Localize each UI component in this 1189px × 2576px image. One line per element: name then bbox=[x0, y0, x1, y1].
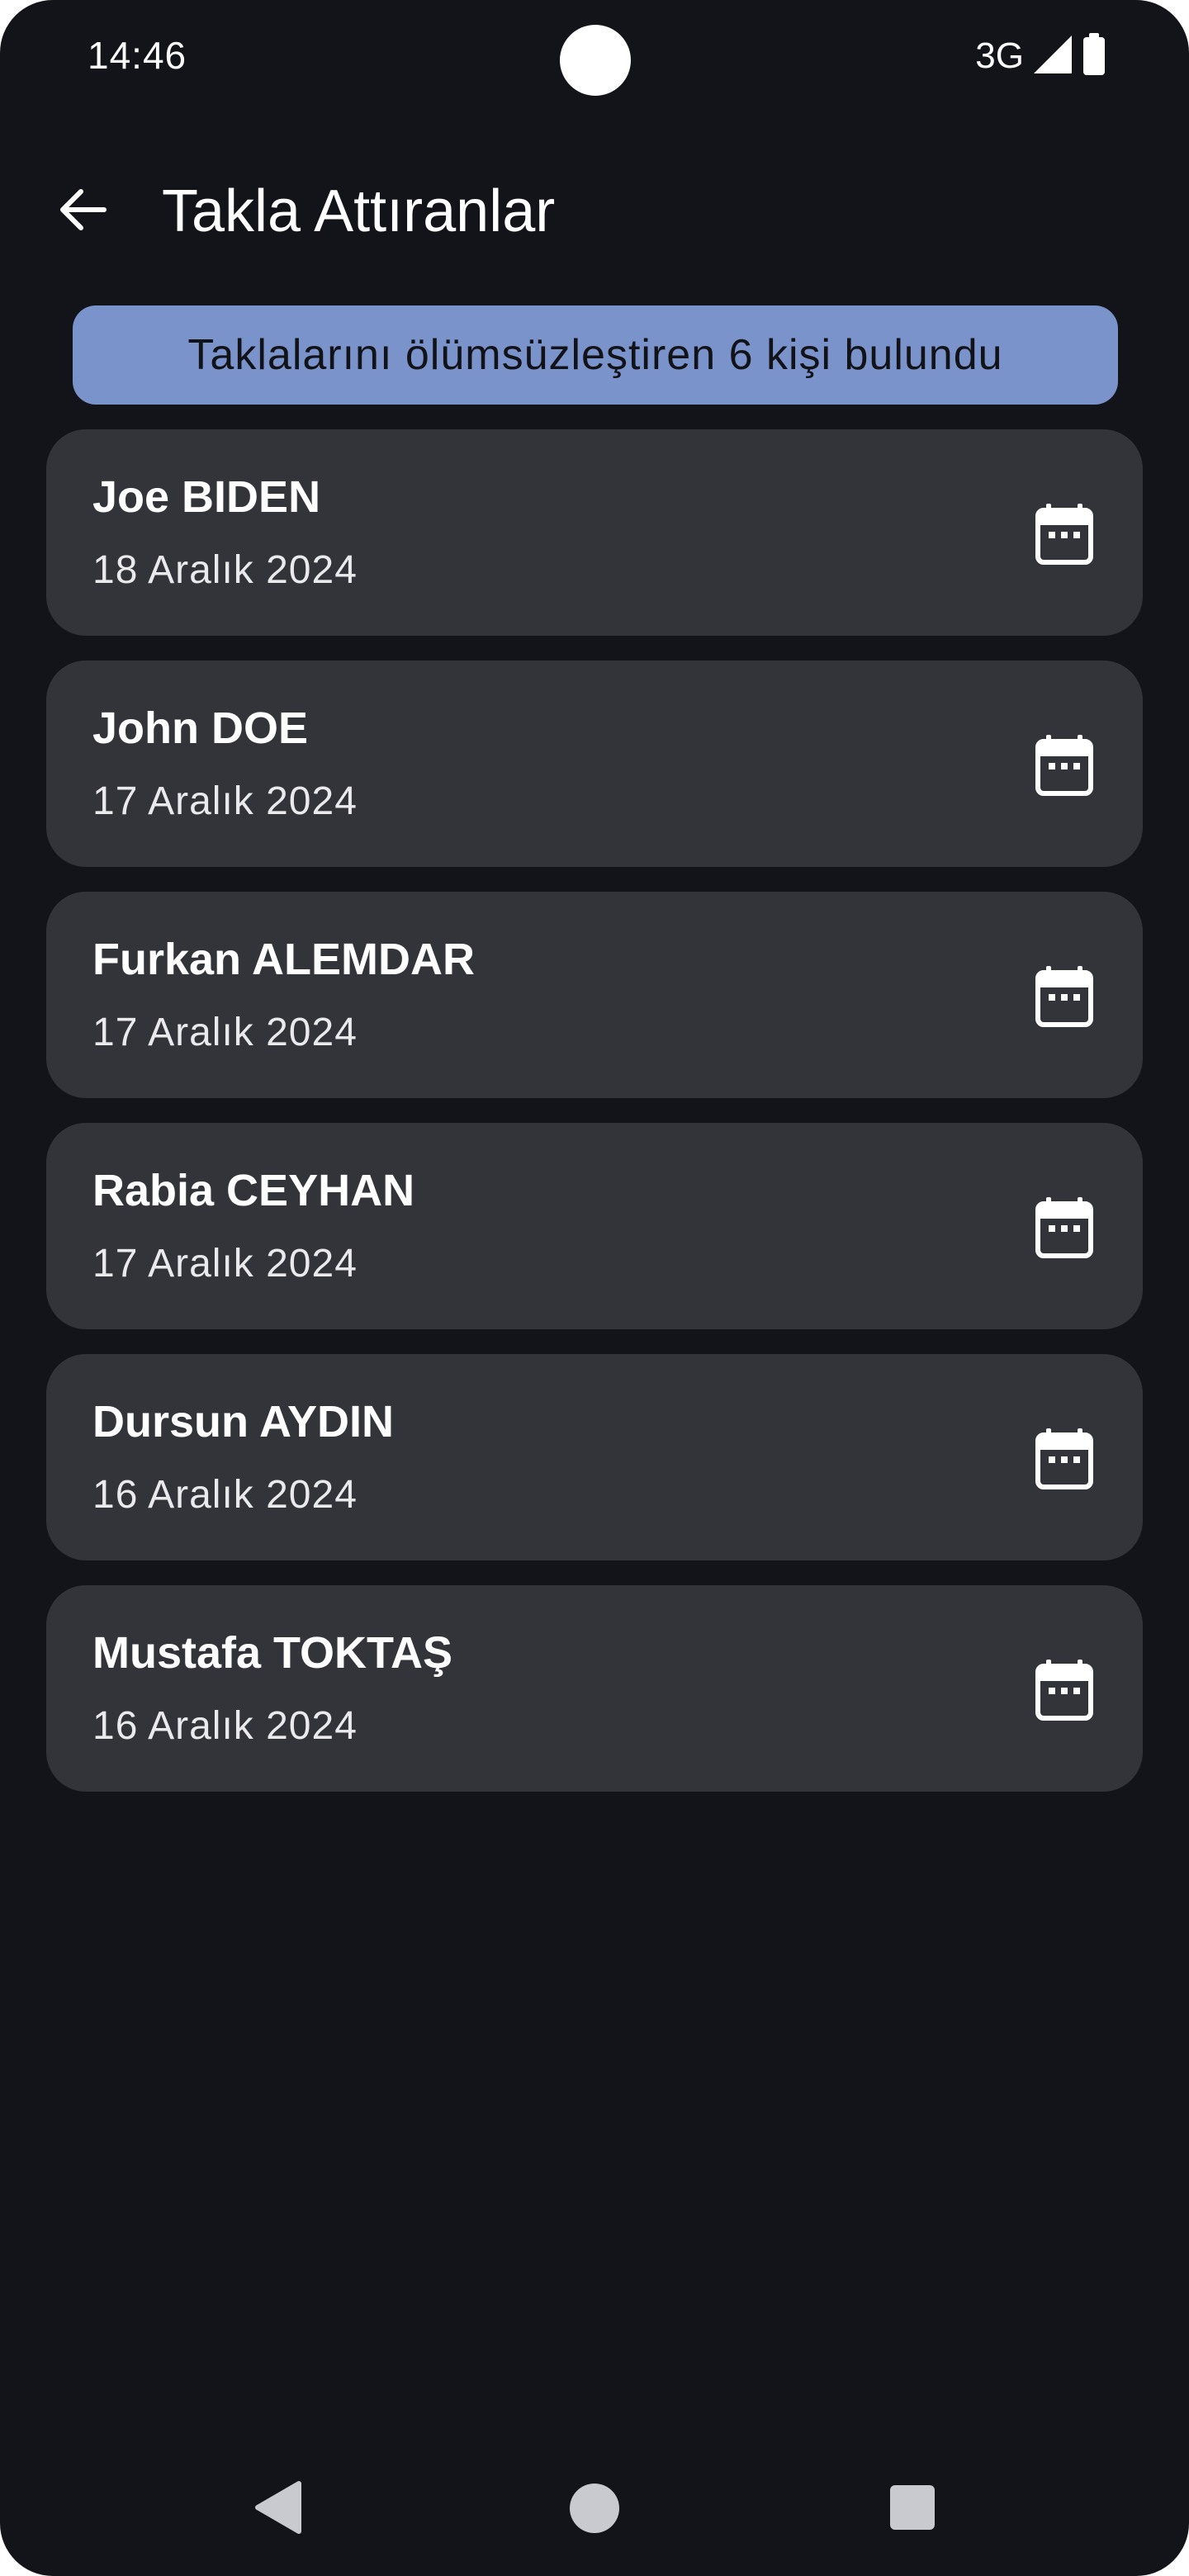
back-button[interactable] bbox=[43, 172, 122, 251]
record-name: John DOE bbox=[92, 703, 309, 753]
calendar-icon[interactable] bbox=[1035, 504, 1093, 565]
calendar-icon[interactable] bbox=[1035, 1660, 1093, 1721]
list-item[interactable]: Rabia CEYHAN 17 Aralık 2024 bbox=[46, 1123, 1143, 1329]
app-screen: 14:46 3G Takla Attıranlar Taklalarını öl… bbox=[0, 0, 1189, 2576]
record-date: 18 Aralık 2024 bbox=[92, 548, 358, 592]
status-bar: 14:46 3G bbox=[0, 0, 1189, 116]
result-count-text: Taklalarını ölümsüzleştiren 6 kişi bulun… bbox=[187, 331, 1003, 379]
record-name: Joe BIDEN bbox=[92, 472, 321, 522]
app-bar: Takla Attıranlar bbox=[0, 162, 1189, 261]
nav-back-icon[interactable] bbox=[253, 2480, 302, 2535]
camera-cutout bbox=[560, 25, 631, 96]
calendar-icon[interactable] bbox=[1035, 1428, 1093, 1489]
record-date: 16 Aralık 2024 bbox=[92, 1473, 358, 1517]
network-type: 3G bbox=[975, 36, 1024, 76]
battery-icon bbox=[1082, 32, 1106, 80]
list-item[interactable]: Furkan ALEMDAR 17 Aralık 2024 bbox=[46, 892, 1143, 1098]
record-date: 17 Aralık 2024 bbox=[92, 1011, 358, 1054]
result-count-banner: Taklalarını ölümsüzleştiren 6 kişi bulun… bbox=[73, 305, 1118, 405]
nav-home-icon[interactable] bbox=[570, 2484, 619, 2533]
list-item[interactable]: Mustafa TOKTAŞ 16 Aralık 2024 bbox=[46, 1585, 1143, 1792]
page-title: Takla Attıranlar bbox=[162, 178, 556, 244]
arrow-left-icon bbox=[56, 183, 109, 240]
status-time: 14:46 bbox=[88, 34, 187, 77]
list-item[interactable]: John DOE 17 Aralık 2024 bbox=[46, 661, 1143, 867]
calendar-icon[interactable] bbox=[1035, 735, 1093, 796]
signal-icon bbox=[1032, 34, 1073, 79]
record-date: 16 Aralık 2024 bbox=[92, 1704, 358, 1748]
record-name: Rabia CEYHAN bbox=[92, 1166, 415, 1215]
list-item[interactable]: Joe BIDEN 18 Aralık 2024 bbox=[46, 429, 1143, 636]
record-name: Dursun AYDIN bbox=[92, 1397, 395, 1447]
status-icons: 3G bbox=[975, 32, 1106, 80]
record-date: 17 Aralık 2024 bbox=[92, 1242, 358, 1286]
record-name: Furkan ALEMDAR bbox=[92, 935, 476, 984]
record-date: 17 Aralık 2024 bbox=[92, 779, 358, 823]
calendar-icon[interactable] bbox=[1035, 966, 1093, 1027]
list-item[interactable]: Dursun AYDIN 16 Aralık 2024 bbox=[46, 1354, 1143, 1560]
nav-recents-icon[interactable] bbox=[890, 2485, 935, 2530]
record-list: Joe BIDEN 18 Aralık 2024 John DOE 17 Ara… bbox=[46, 429, 1143, 1816]
record-name: Mustafa TOKTAŞ bbox=[92, 1628, 453, 1678]
system-nav-bar bbox=[0, 2444, 1189, 2568]
calendar-icon[interactable] bbox=[1035, 1197, 1093, 1258]
